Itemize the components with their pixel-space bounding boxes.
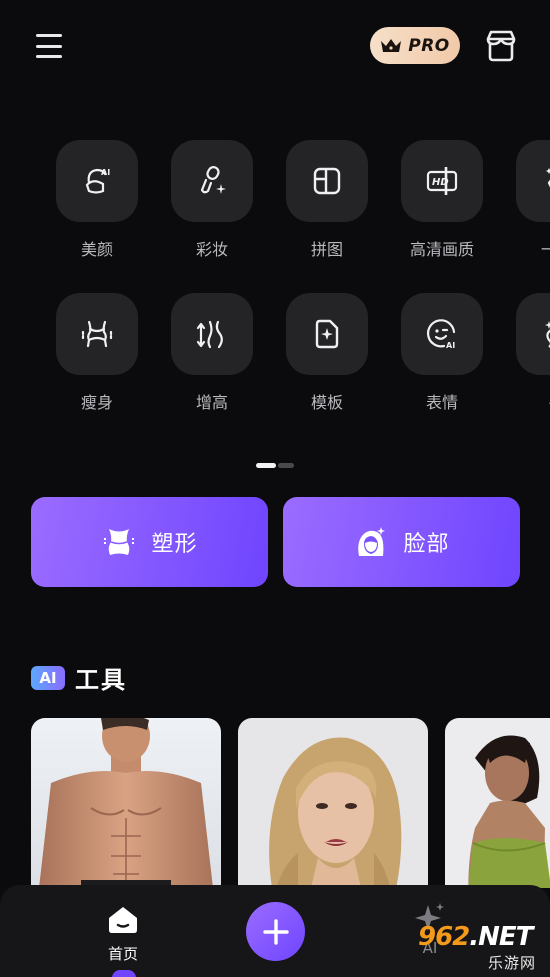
face-label: 脸部 <box>403 532 450 557</box>
tool-tile <box>516 140 550 222</box>
tool-label: AI <box>515 389 550 408</box>
tool-slim-body[interactable]: 瘦身 <box>55 293 139 413</box>
tool-label: 瘦身 <box>80 393 113 412</box>
menu-line <box>36 34 62 37</box>
collage-icon <box>313 167 341 195</box>
tool-label: 增高 <box>195 393 228 412</box>
menu-line <box>36 44 62 48</box>
body-shape-icon <box>104 529 135 555</box>
ai-card-portrait[interactable] <box>238 718 428 888</box>
hd-quality-icon: HD <box>426 167 458 195</box>
tool-label: 彩妆 <box>195 240 228 259</box>
tool-height-increase[interactable]: 增高 <box>170 293 254 413</box>
tool-beauty[interactable]: AI 美颜 <box>55 140 139 260</box>
svg-text:AI: AI <box>446 341 455 350</box>
beauty-face-icon: AI <box>85 168 110 194</box>
face-button[interactable]: 脸部 <box>283 497 520 587</box>
pro-badge-button[interactable]: PRO <box>370 27 460 64</box>
ai-tool-cards <box>0 718 550 888</box>
tool-collage[interactable]: 拼图 <box>285 140 369 260</box>
pro-label: PRO <box>408 35 450 56</box>
watermark-logo: 962.NET <box>418 922 533 952</box>
height-increase-icon <box>196 320 223 349</box>
shape-button[interactable]: 塑形 <box>31 497 268 587</box>
tool-label: 表情 <box>425 393 458 412</box>
menu-button[interactable] <box>36 34 62 58</box>
nav-home-label: 首页 <box>107 945 138 963</box>
shape-label: 塑形 <box>151 532 198 557</box>
muscle-body-image <box>31 718 221 888</box>
tool-label: 美颜 <box>80 240 113 259</box>
tool-tile <box>286 140 368 222</box>
ai-card-body[interactable] <box>31 718 221 888</box>
makeup-brush-icon <box>200 166 226 194</box>
ai-tools-header: AI 工具 <box>31 660 127 695</box>
watermark-subtext: 乐游网 <box>488 954 537 972</box>
tool-ai[interactable]: AI <box>515 293 550 408</box>
site-watermark: 962.NET 乐游网 <box>418 922 546 974</box>
tool-tile <box>286 293 368 375</box>
tool-template[interactable]: 模板 <box>285 293 369 413</box>
ai-tool-icon <box>545 321 550 348</box>
tool-tile <box>171 293 253 375</box>
page-dot-active <box>256 463 276 468</box>
menu-line <box>36 55 62 58</box>
crown-icon <box>381 38 402 52</box>
nav-home[interactable]: 首页 <box>92 905 154 964</box>
svg-text:HD: HD <box>432 177 449 188</box>
watermark-net: .NET <box>469 922 533 952</box>
tool-tile <box>516 293 550 375</box>
store-icon[interactable] <box>484 29 518 63</box>
woman-portrait-image <box>238 718 428 888</box>
watermark-number: 962 <box>418 922 470 952</box>
woman-green-dress-image <box>445 718 550 888</box>
tool-label: 一键 <box>540 240 550 259</box>
tool-grid: AI 美颜 彩妆 拼图 HD 高清画质 一 瘦身 增高 模板 AI 表情 <box>0 140 550 430</box>
tool-tile <box>56 293 138 375</box>
ai-tag-badge: AI <box>31 665 65 690</box>
plus-icon <box>262 918 289 945</box>
add-button[interactable] <box>246 902 305 961</box>
slim-body-icon <box>81 320 113 348</box>
svg-text:AI: AI <box>101 168 110 177</box>
tool-tile <box>171 140 253 222</box>
ai-card-fashion[interactable] <box>445 718 550 888</box>
nav-active-indicator <box>112 970 136 977</box>
page-dot <box>278 463 294 468</box>
one-tap-icon <box>546 168 550 188</box>
tool-tile: AI <box>401 293 483 375</box>
tool-one-tap[interactable]: 一键 <box>515 140 550 260</box>
section-title: 工具 <box>75 666 127 694</box>
tool-makeup[interactable]: 彩妆 <box>170 140 254 260</box>
tool-label: 高清画质 <box>409 240 474 259</box>
tool-expression[interactable]: AI 表情 <box>400 293 484 413</box>
tool-tile: AI <box>56 140 138 222</box>
page-indicator <box>256 463 294 468</box>
face-icon <box>358 527 386 556</box>
tool-label: 拼图 <box>310 240 343 259</box>
expression-icon: AI <box>426 319 455 350</box>
home-icon <box>109 907 137 933</box>
tool-tile: HD <box>401 140 483 222</box>
tool-label: 模板 <box>310 393 343 412</box>
template-icon <box>315 319 339 349</box>
tool-hd-quality[interactable]: HD 高清画质 <box>400 140 484 260</box>
